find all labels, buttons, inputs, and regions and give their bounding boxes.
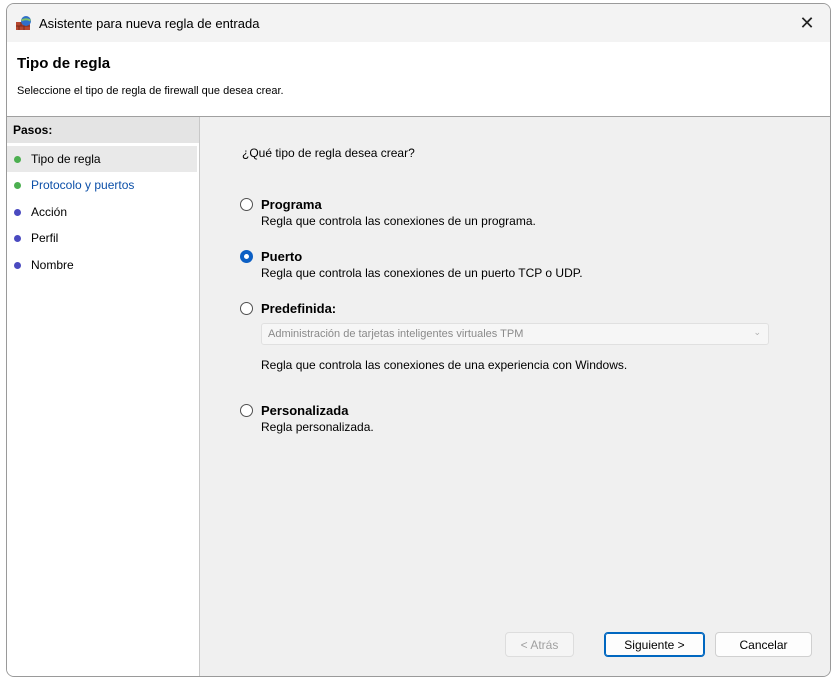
step-status-dot bbox=[14, 208, 21, 216]
window-title: Asistente para nueva regla de entrada bbox=[39, 16, 260, 31]
steps-title: Pasos: bbox=[7, 117, 199, 143]
step-label: Nombre bbox=[31, 258, 74, 272]
page-subtitle: Seleccione el tipo de regla de firewall … bbox=[17, 85, 284, 97]
close-button[interactable]: ✕ bbox=[784, 4, 830, 42]
option-title: Puerto bbox=[261, 249, 303, 264]
select-value: Administración de tarjetas inteligentes … bbox=[268, 328, 524, 340]
step-status-dot bbox=[14, 234, 21, 242]
step-nombre[interactable]: Nombre bbox=[7, 252, 197, 278]
step-label: Protocolo y puertos bbox=[31, 178, 135, 192]
radio-puerto[interactable] bbox=[240, 250, 253, 263]
steps-panel: Pasos: Tipo de regla Protocolo y puertos… bbox=[7, 117, 200, 676]
option-description: Regla que controla las conexiones de un … bbox=[261, 214, 536, 228]
option-title: Personalizada bbox=[261, 403, 349, 418]
step-status-dot bbox=[14, 181, 21, 189]
page-title: Tipo de regla bbox=[17, 55, 111, 72]
radio-predefinida[interactable] bbox=[240, 302, 253, 315]
option-title: Predefinida: bbox=[261, 301, 337, 316]
wizard-header: Tipo de regla Seleccione el tipo de regl… bbox=[7, 42, 830, 117]
step-perfil[interactable]: Perfil bbox=[7, 225, 197, 251]
step-label: Tipo de regla bbox=[31, 152, 101, 166]
option-description: Regla que controla las conexiones de un … bbox=[261, 266, 583, 280]
next-button[interactable]: Siguiente > bbox=[604, 632, 705, 657]
wizard-window: Asistente para nueva regla de entrada ✕ … bbox=[6, 3, 831, 677]
back-button[interactable]: < Atrás bbox=[505, 632, 574, 657]
cancel-button[interactable]: Cancelar bbox=[715, 632, 812, 657]
option-title: Programa bbox=[261, 197, 322, 212]
close-icon: ✕ bbox=[799, 12, 815, 33]
step-status-dot bbox=[14, 261, 21, 269]
step-tipo-de-regla[interactable]: Tipo de regla bbox=[7, 146, 197, 172]
main-content: ¿Qué tipo de regla desea crear? Programa… bbox=[200, 117, 830, 676]
predefined-description: Regla que controla las conexiones de una… bbox=[261, 358, 628, 372]
step-status-dot bbox=[14, 155, 21, 163]
title-bar: Asistente para nueva regla de entrada ✕ bbox=[7, 4, 830, 42]
radio-personalizada[interactable] bbox=[240, 404, 253, 417]
option-description: Regla personalizada. bbox=[261, 420, 374, 434]
step-protocolo-y-puertos[interactable]: Protocolo y puertos bbox=[7, 172, 197, 198]
predefined-rule-select[interactable]: Administración de tarjetas inteligentes … bbox=[261, 323, 769, 345]
step-accion[interactable]: Acción bbox=[7, 199, 197, 225]
rule-type-question: ¿Qué tipo de regla desea crear? bbox=[242, 146, 415, 160]
radio-programa[interactable] bbox=[240, 198, 253, 211]
firewall-icon bbox=[15, 14, 33, 32]
chevron-down-icon: ⌄ bbox=[753, 327, 761, 337]
step-label: Acción bbox=[31, 205, 68, 219]
step-label: Perfil bbox=[31, 231, 59, 245]
